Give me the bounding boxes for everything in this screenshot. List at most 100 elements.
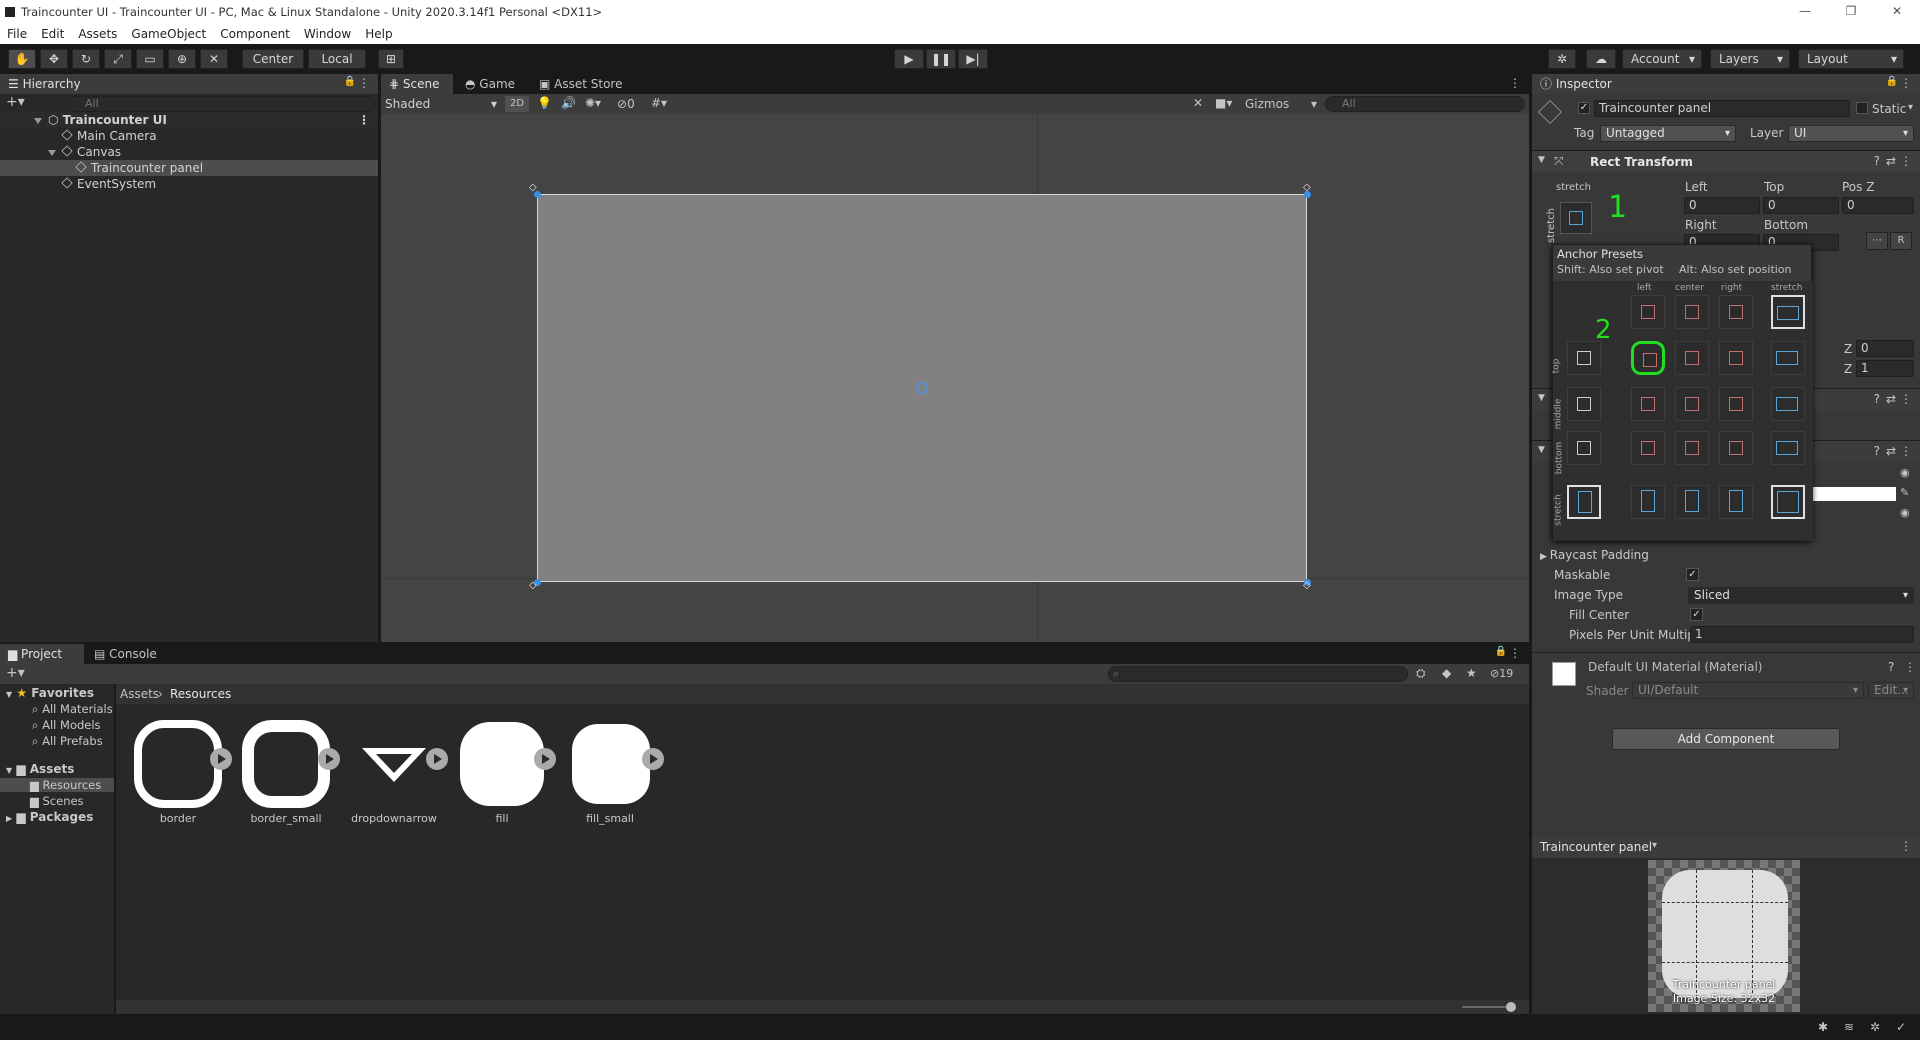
shader-dropdown[interactable]: UI/Default xyxy=(1632,682,1864,699)
stack-icon[interactable]: ≋ xyxy=(1844,1020,1854,1034)
preset-top-left[interactable] xyxy=(1631,341,1665,375)
project-search-input[interactable]: ⌕ xyxy=(1108,666,1408,682)
preset-middle-right[interactable] xyxy=(1719,387,1753,421)
shading-mode-dropdown[interactable]: Shaded ▾ xyxy=(385,96,501,112)
pause-button[interactable]: ❚❚ xyxy=(926,49,956,69)
preset-bottom-center[interactable] xyxy=(1675,431,1709,465)
hierarchy-item-canvas[interactable]: Canvas xyxy=(0,144,378,160)
kebab-menu-icon[interactable]: ⋮ xyxy=(1509,76,1521,90)
menu-gameobject[interactable]: GameObject xyxy=(124,27,213,41)
preview-header[interactable]: Traincounter panel ▾ ⋮ xyxy=(1532,836,1920,858)
tab-hierarchy[interactable]: ☰ Hierarchy xyxy=(0,74,378,94)
rotate-tool-icon[interactable]: ↻ xyxy=(72,49,100,69)
check-icon[interactable]: ✓ xyxy=(1896,1020,1906,1034)
zoom-slider-handle[interactable] xyxy=(1506,1002,1516,1012)
scale-tool-icon[interactable]: ⤢ xyxy=(104,49,132,69)
favorite-all-models[interactable]: ⌕ All Models xyxy=(32,718,101,733)
hierarchy-search-input[interactable]: All xyxy=(68,96,374,112)
add-component-button[interactable]: Add Component xyxy=(1612,728,1840,750)
preset-stretch-none[interactable] xyxy=(1567,485,1601,519)
eyedropper-icon[interactable]: ✎ xyxy=(1900,486,1909,499)
bug-icon[interactable]: ✲ xyxy=(1870,1020,1880,1034)
chevron-down-icon[interactable]: ▾ xyxy=(1652,840,1657,851)
anchor-presets-button[interactable] xyxy=(1560,202,1592,234)
grid-snap-icon[interactable]: ⊞ xyxy=(378,49,404,69)
kebab-menu-icon[interactable]: ⋮ xyxy=(1900,392,1912,406)
expand-asset-icon[interactable] xyxy=(318,748,340,770)
preset-icon[interactable]: ⇄ xyxy=(1886,444,1896,458)
help-icon[interactable]: ? xyxy=(1874,444,1880,458)
favorite-all-prefabs[interactable]: ⌕ All Prefabs xyxy=(32,734,103,749)
tab-console[interactable]: ▤ Console xyxy=(86,644,165,664)
preset-none-center[interactable] xyxy=(1675,295,1709,329)
tools-icon[interactable]: ✕ xyxy=(1193,96,1203,110)
tab-project[interactable]: ▆ Project xyxy=(0,644,84,664)
breadcrumb-resources[interactable]: Resources xyxy=(170,687,231,701)
hierarchy-item-main-camera[interactable]: Main Camera xyxy=(0,128,378,144)
posz-field[interactable]: 0 xyxy=(1842,197,1914,214)
preset-middle-left[interactable] xyxy=(1631,387,1665,421)
lock-icon[interactable]: 🔒 xyxy=(344,76,356,87)
kebab-menu-icon[interactable]: ⋮ xyxy=(358,112,370,128)
kebab-menu-icon[interactable]: ⋮ xyxy=(1509,646,1521,660)
anchor-handle-icon[interactable]: ◇ xyxy=(1303,182,1311,193)
menu-edit[interactable]: Edit xyxy=(34,27,71,41)
blueprint-mode-button[interactable]: ⋯ xyxy=(1866,232,1888,250)
pixels-per-unit-field[interactable]: 1 xyxy=(1690,626,1914,643)
help-icon[interactable]: ? xyxy=(1874,392,1880,406)
preset-middle-none[interactable] xyxy=(1567,387,1601,421)
top-field[interactable]: 0 xyxy=(1763,197,1839,214)
kebab-menu-icon[interactable]: ⋮ xyxy=(1900,154,1912,168)
pivot-local-button[interactable]: Local xyxy=(308,49,366,69)
tab-asset-store[interactable]: ▣ Asset Store xyxy=(531,74,631,94)
kebab-menu-icon[interactable]: ⋮ xyxy=(1900,444,1912,458)
move-tool-icon[interactable]: ✥ xyxy=(40,49,68,69)
lighting-toggle-icon[interactable]: 💡 xyxy=(537,96,552,110)
hierarchy-item-eventsystem[interactable]: EventSystem xyxy=(0,176,378,192)
layer-dropdown[interactable]: UI xyxy=(1788,125,1914,142)
folder-scenes[interactable]: ▆ Scenes xyxy=(30,794,84,808)
hierarchy-scene-root[interactable]: ⬡ Traincounter UI ⋮ xyxy=(0,112,378,128)
packages-folder-item[interactable]: ▶ ▆ Packages xyxy=(6,810,93,824)
rect-tool-icon[interactable]: ▭ xyxy=(136,49,164,69)
hidden-objects-icon[interactable]: ⊘0 xyxy=(617,97,635,111)
custom-tool-icon[interactable]: ✕ xyxy=(200,49,228,69)
effects-toggle-icon[interactable]: ✺▾ xyxy=(585,96,601,110)
color-field[interactable] xyxy=(1812,487,1896,501)
gizmos-dropdown[interactable]: Gizmos ▾ xyxy=(1245,96,1319,112)
object-name-field[interactable]: Traincounter panel xyxy=(1594,100,1850,117)
filter-label-icon[interactable]: ◆ xyxy=(1442,666,1451,680)
maximize-button[interactable]: ❐ xyxy=(1828,0,1874,22)
preset-stretch-center[interactable] xyxy=(1675,485,1709,519)
favorite-star-icon[interactable]: ★ xyxy=(1466,666,1477,680)
image-type-dropdown[interactable]: Sliced xyxy=(1688,587,1914,604)
left-field[interactable]: 0 xyxy=(1684,197,1760,214)
preset-stretch-right[interactable] xyxy=(1719,485,1753,519)
maskable-checkbox[interactable]: ✓ xyxy=(1686,568,1699,581)
menu-file[interactable]: File xyxy=(0,27,34,41)
fill-center-checkbox[interactable]: ✓ xyxy=(1690,608,1703,621)
favorite-all-materials[interactable]: ⌕ All Materials xyxy=(32,702,113,717)
kebab-menu-icon[interactable]: ⋮ xyxy=(1900,76,1912,90)
tab-game[interactable]: ◓ Game xyxy=(457,74,523,94)
anchor-handle-icon[interactable]: ◇ xyxy=(529,182,537,193)
layers-dropdown[interactable]: Layers ▾ xyxy=(1710,49,1790,69)
tag-dropdown[interactable]: Untagged xyxy=(1600,125,1736,142)
transform-tool-icon[interactable]: ⊕ xyxy=(168,49,196,69)
add-gameobject-button[interactable]: +▾ xyxy=(6,94,25,110)
close-button[interactable]: ✕ xyxy=(1874,0,1920,22)
preset-stretch-stretch[interactable] xyxy=(1771,485,1805,519)
breadcrumb-assets[interactable]: Assets xyxy=(120,687,159,701)
layout-dropdown[interactable]: Layout ▾ xyxy=(1798,49,1904,69)
pivot-center-button[interactable]: Center xyxy=(242,49,304,69)
preset-top-stretch[interactable] xyxy=(1771,341,1805,375)
step-button[interactable]: ▶| xyxy=(958,49,988,69)
object-picker-icon[interactable]: ◉ xyxy=(1900,506,1910,519)
folder-resources[interactable]: ▆ Resources xyxy=(0,778,114,792)
preset-icon[interactable]: ⇄ xyxy=(1886,154,1896,168)
menu-window[interactable]: Window xyxy=(297,27,358,41)
preset-stretch-left[interactable] xyxy=(1631,485,1665,519)
create-asset-button[interactable]: +▾ xyxy=(6,665,25,681)
preset-bottom-left[interactable] xyxy=(1631,431,1665,465)
lock-icon[interactable]: 🔒 xyxy=(1886,76,1898,87)
